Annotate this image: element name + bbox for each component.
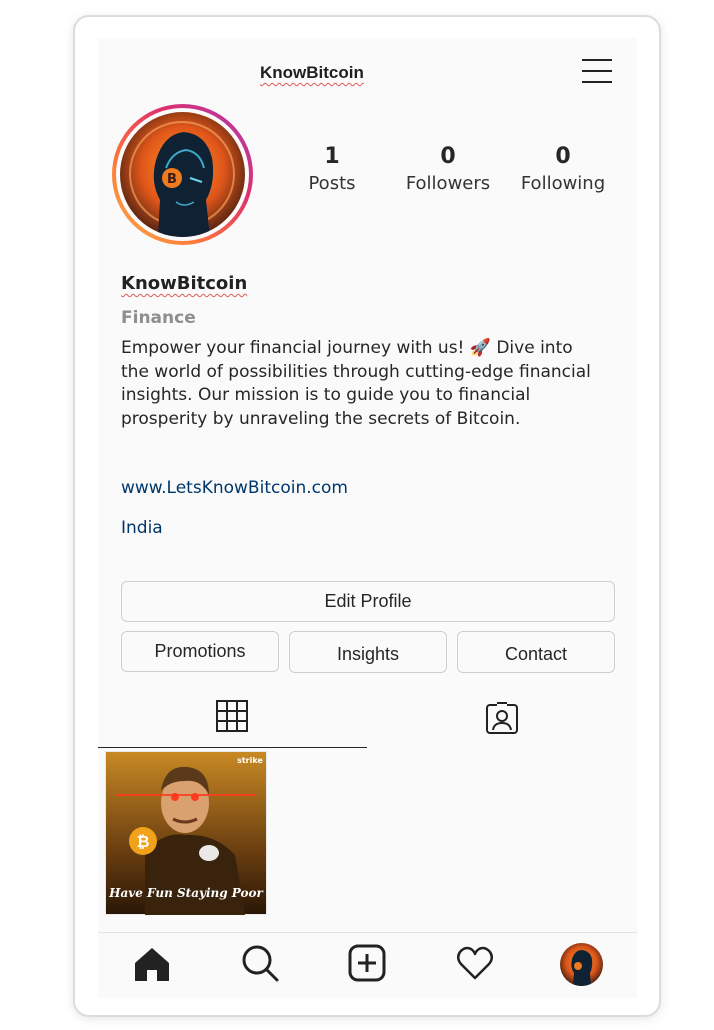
svg-text:₿: ₿ <box>136 832 149 851</box>
promotions-button[interactable]: Promotions <box>121 631 279 672</box>
insights-button[interactable]: Insights <box>289 631 447 673</box>
followers-stat[interactable]: 0 Followers <box>393 143 503 197</box>
search-icon[interactable] <box>240 943 280 983</box>
profile-avatar[interactable]: B <box>112 104 253 245</box>
post-thumbnail[interactable]: ₿ strike Have Fun Staying Poor <box>105 751 267 915</box>
profile-category: Finance <box>121 308 196 328</box>
bottom-nav-divider <box>98 932 637 933</box>
menu-icon[interactable] <box>582 57 612 85</box>
website-link[interactable]: www.LetsKnowBitcoin.com <box>121 478 348 498</box>
profile-name: KnowBitcoin <box>121 273 248 294</box>
contact-button[interactable]: Contact <box>457 631 615 673</box>
location-link[interactable]: India <box>121 518 163 538</box>
profile-avatar-nav[interactable] <box>560 943 603 986</box>
heart-icon[interactable] <box>455 943 495 983</box>
profile-bio: Empower your financial journey with us! … <box>121 338 591 429</box>
posts-stat[interactable]: 1 Posts <box>277 143 387 197</box>
post-watermark: strike <box>237 756 263 765</box>
header-username: KnowBitcoin <box>260 63 364 82</box>
avatar-image: B <box>120 112 245 237</box>
post-caption: Have Fun Staying Poor <box>108 886 264 900</box>
posts-count: 1 <box>324 144 340 169</box>
active-tab-indicator <box>98 747 367 748</box>
grid-icon[interactable] <box>216 700 248 732</box>
followers-label: Followers <box>405 173 491 194</box>
create-icon[interactable] <box>347 943 387 983</box>
tagged-icon[interactable] <box>485 701 519 735</box>
edit-profile-button[interactable]: Edit Profile <box>121 581 615 622</box>
following-count: 0 <box>555 144 571 169</box>
followers-count: 0 <box>440 144 456 169</box>
home-icon[interactable] <box>132 943 172 983</box>
following-stat[interactable]: 0 Following <box>508 143 618 197</box>
following-label: Following <box>520 173 606 194</box>
posts-label: Posts <box>308 173 356 194</box>
profile-screen: KnowBitcoin B 1 Posts 0 Followers 0 Foll… <box>98 38 637 998</box>
svg-text:B: B <box>167 172 177 187</box>
